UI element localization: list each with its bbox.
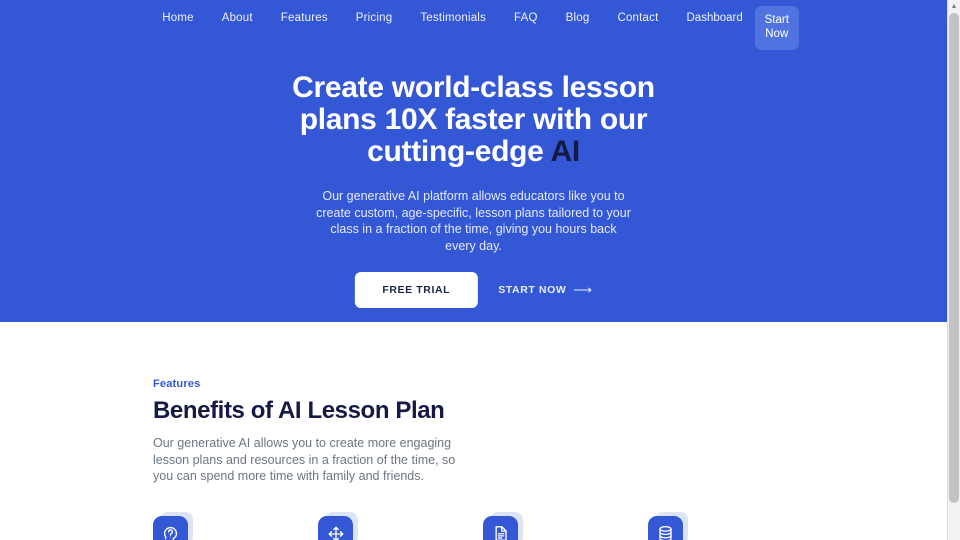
feature-tiles-row [153,516,853,540]
nav-link-blog[interactable]: Blog [552,12,604,24]
vertical-scrollbar[interactable]: ▲ [947,0,960,540]
nav-link-about[interactable]: About [208,12,267,24]
hero-section: Home About Features Pricing Testimonials… [0,0,947,322]
nav-link-testimonials[interactable]: Testimonials [406,12,500,24]
features-section: Features Benefits of AI Lesson Plan Our … [0,322,947,540]
nav-link-faq[interactable]: FAQ [500,12,552,24]
arrow-right-icon: ⟶ [573,282,593,297]
feature-tile-1[interactable] [153,516,188,540]
feature-tile-4[interactable] [648,516,683,540]
start-now-button[interactable]: Start Now [754,6,799,50]
features-content: Features Benefits of AI Lesson Plan Our … [153,378,853,485]
hero-heading-text: Create world-class lesson plans 10X fast… [292,71,655,168]
hero-actions: FREE TRIAL START NOW ⟶ [354,272,592,308]
nav-link-contact[interactable]: Contact [603,12,672,24]
hero-heading: Create world-class lesson plans 10X fast… [264,72,684,168]
hero-heading-accent: AI [550,135,580,168]
nav-link-home[interactable]: Home [148,12,207,24]
main-navigation: Home About Features Pricing Testimonials… [0,0,947,50]
start-now-link-label: START NOW [498,284,567,296]
arrows-move-icon [327,525,345,540]
nav-link-features[interactable]: Features [267,12,342,24]
nav-link-pricing[interactable]: Pricing [342,12,407,24]
scrollbar-thumb[interactable] [949,13,959,503]
features-description: Our generative AI allows you to create m… [153,436,456,483]
page-canvas: Home About Features Pricing Testimonials… [0,0,947,540]
layers-stack-icon [656,524,675,540]
nav-links: Home About Features Pricing Testimonials… [148,0,672,24]
feature-tile-3[interactable] [483,516,518,540]
hero-subtitle: Our generative AI platform allows educat… [316,189,631,253]
head-question-icon [161,524,180,540]
scroll-up-arrow-icon[interactable]: ▲ [948,0,960,12]
features-title: Benefits of AI Lesson Plan [153,397,445,424]
feature-tile-2[interactable] [318,516,353,540]
features-eyebrow: Features [153,378,201,390]
nav-link-dashboard[interactable]: Dashboard [687,6,755,24]
nav-actions: Dashboard Start Now [687,0,799,50]
start-now-link[interactable]: START NOW ⟶ [498,282,592,298]
document-text-icon [491,524,510,540]
free-trial-button[interactable]: FREE TRIAL [354,272,479,308]
